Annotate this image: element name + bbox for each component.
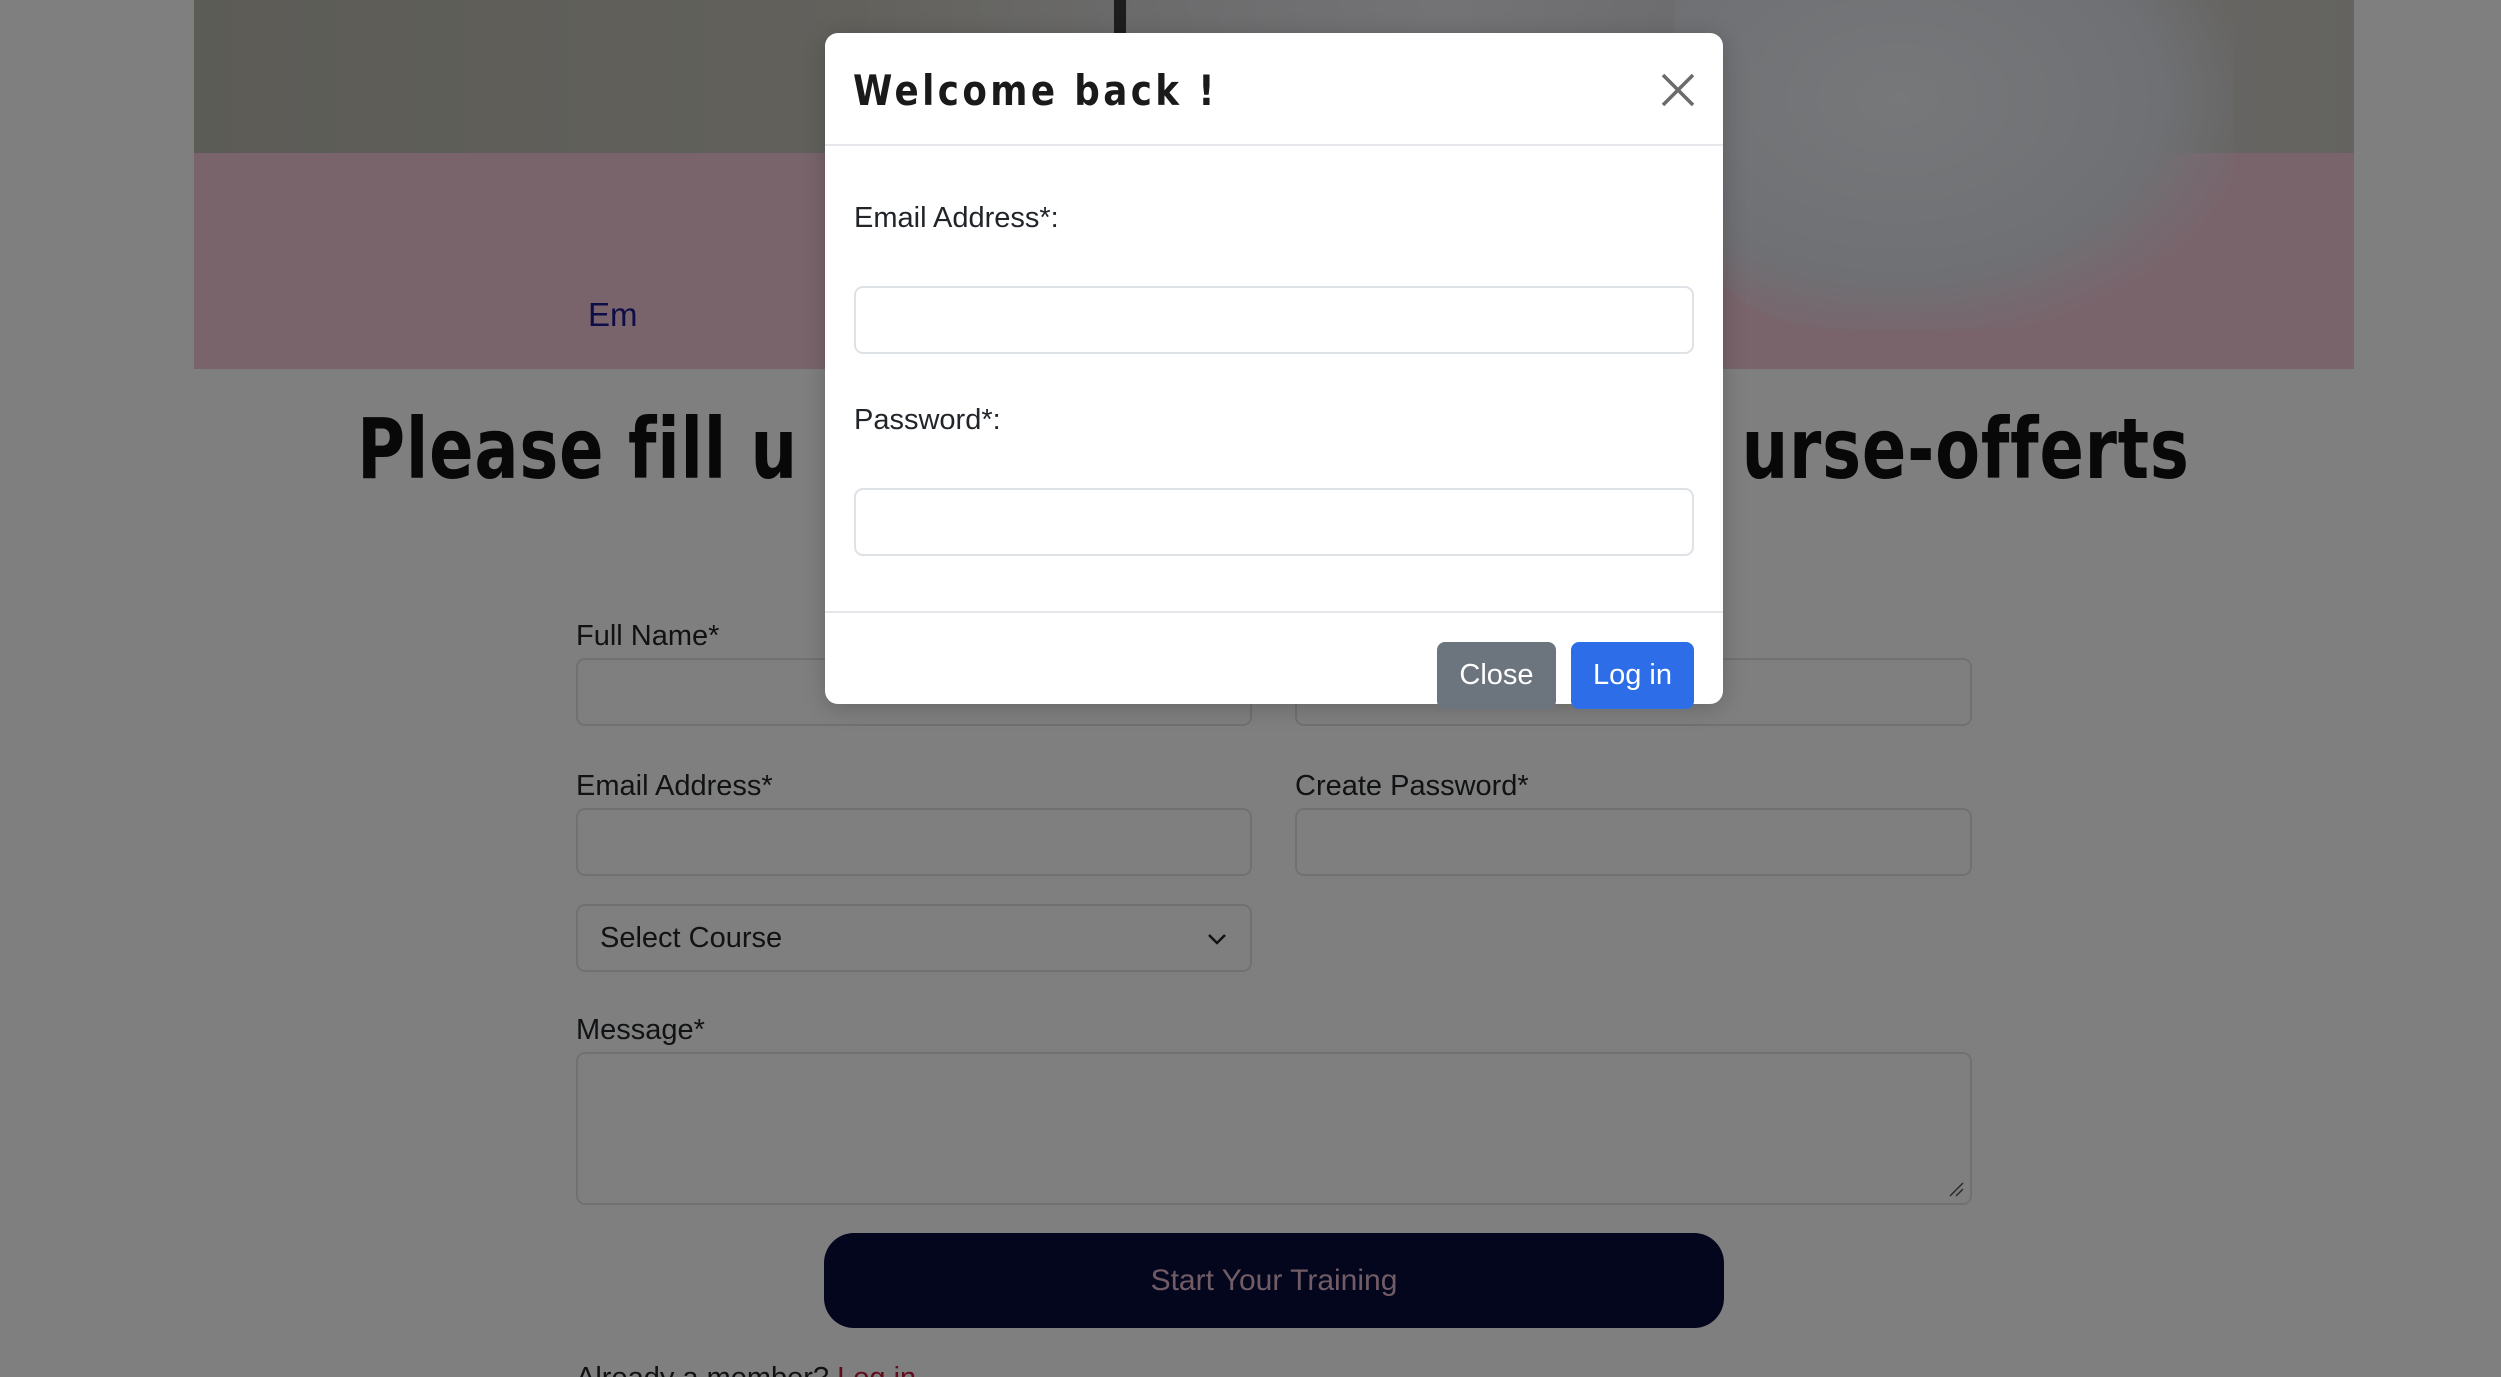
modal-body: Email Address*: Password*: — [825, 146, 1723, 611]
login-email-input[interactable] — [854, 286, 1694, 354]
login-password-input[interactable] — [854, 488, 1694, 556]
close-icon[interactable] — [1659, 71, 1697, 109]
login-button[interactable]: Log in — [1571, 642, 1694, 709]
login-email-label: Email Address*: — [854, 202, 1059, 234]
login-modal: Welcome back ! Email Address*: Password*… — [825, 33, 1723, 709]
modal-title: Welcome back ! — [853, 66, 1218, 115]
login-password-label: Password*: — [854, 404, 1001, 436]
modal-footer: Close Log in — [825, 611, 1723, 709]
close-button[interactable]: Close — [1437, 642, 1556, 709]
modal-header: Welcome back ! — [825, 33, 1723, 146]
